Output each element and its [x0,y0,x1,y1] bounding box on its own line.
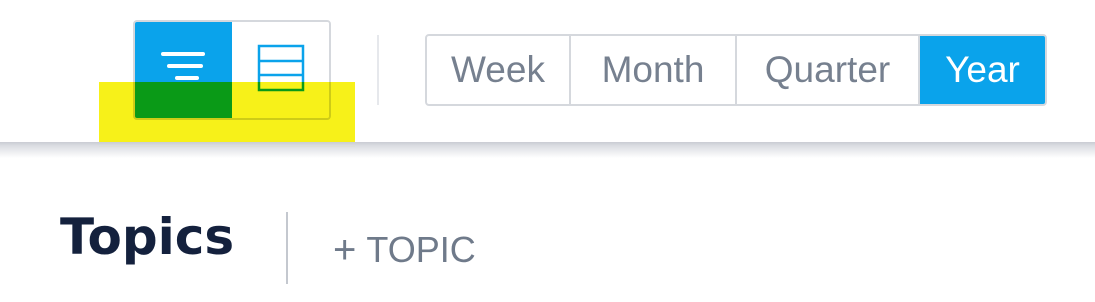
table-view-icon [256,43,306,97]
list-view-button[interactable] [135,22,232,118]
toolbar: Week Month Quarter Year [0,0,1095,142]
list-view-icon [159,48,209,92]
header-divider [286,212,288,284]
period-month-button[interactable]: Month [571,36,737,104]
page-title: Topics [60,208,235,266]
period-selector: Week Month Quarter Year [425,34,1047,106]
toolbar-shadow [0,142,1095,158]
plus-icon: + [333,228,357,272]
toolbar-divider [377,35,379,105]
period-year-button[interactable]: Year [920,36,1045,104]
add-topic-label: TOPIC [366,229,476,270]
period-week-button[interactable]: Week [427,36,571,104]
period-quarter-button[interactable]: Quarter [737,36,920,104]
view-toggle [133,20,331,120]
add-topic-button[interactable]: + TOPIC [333,230,476,270]
table-view-button[interactable] [232,22,329,118]
